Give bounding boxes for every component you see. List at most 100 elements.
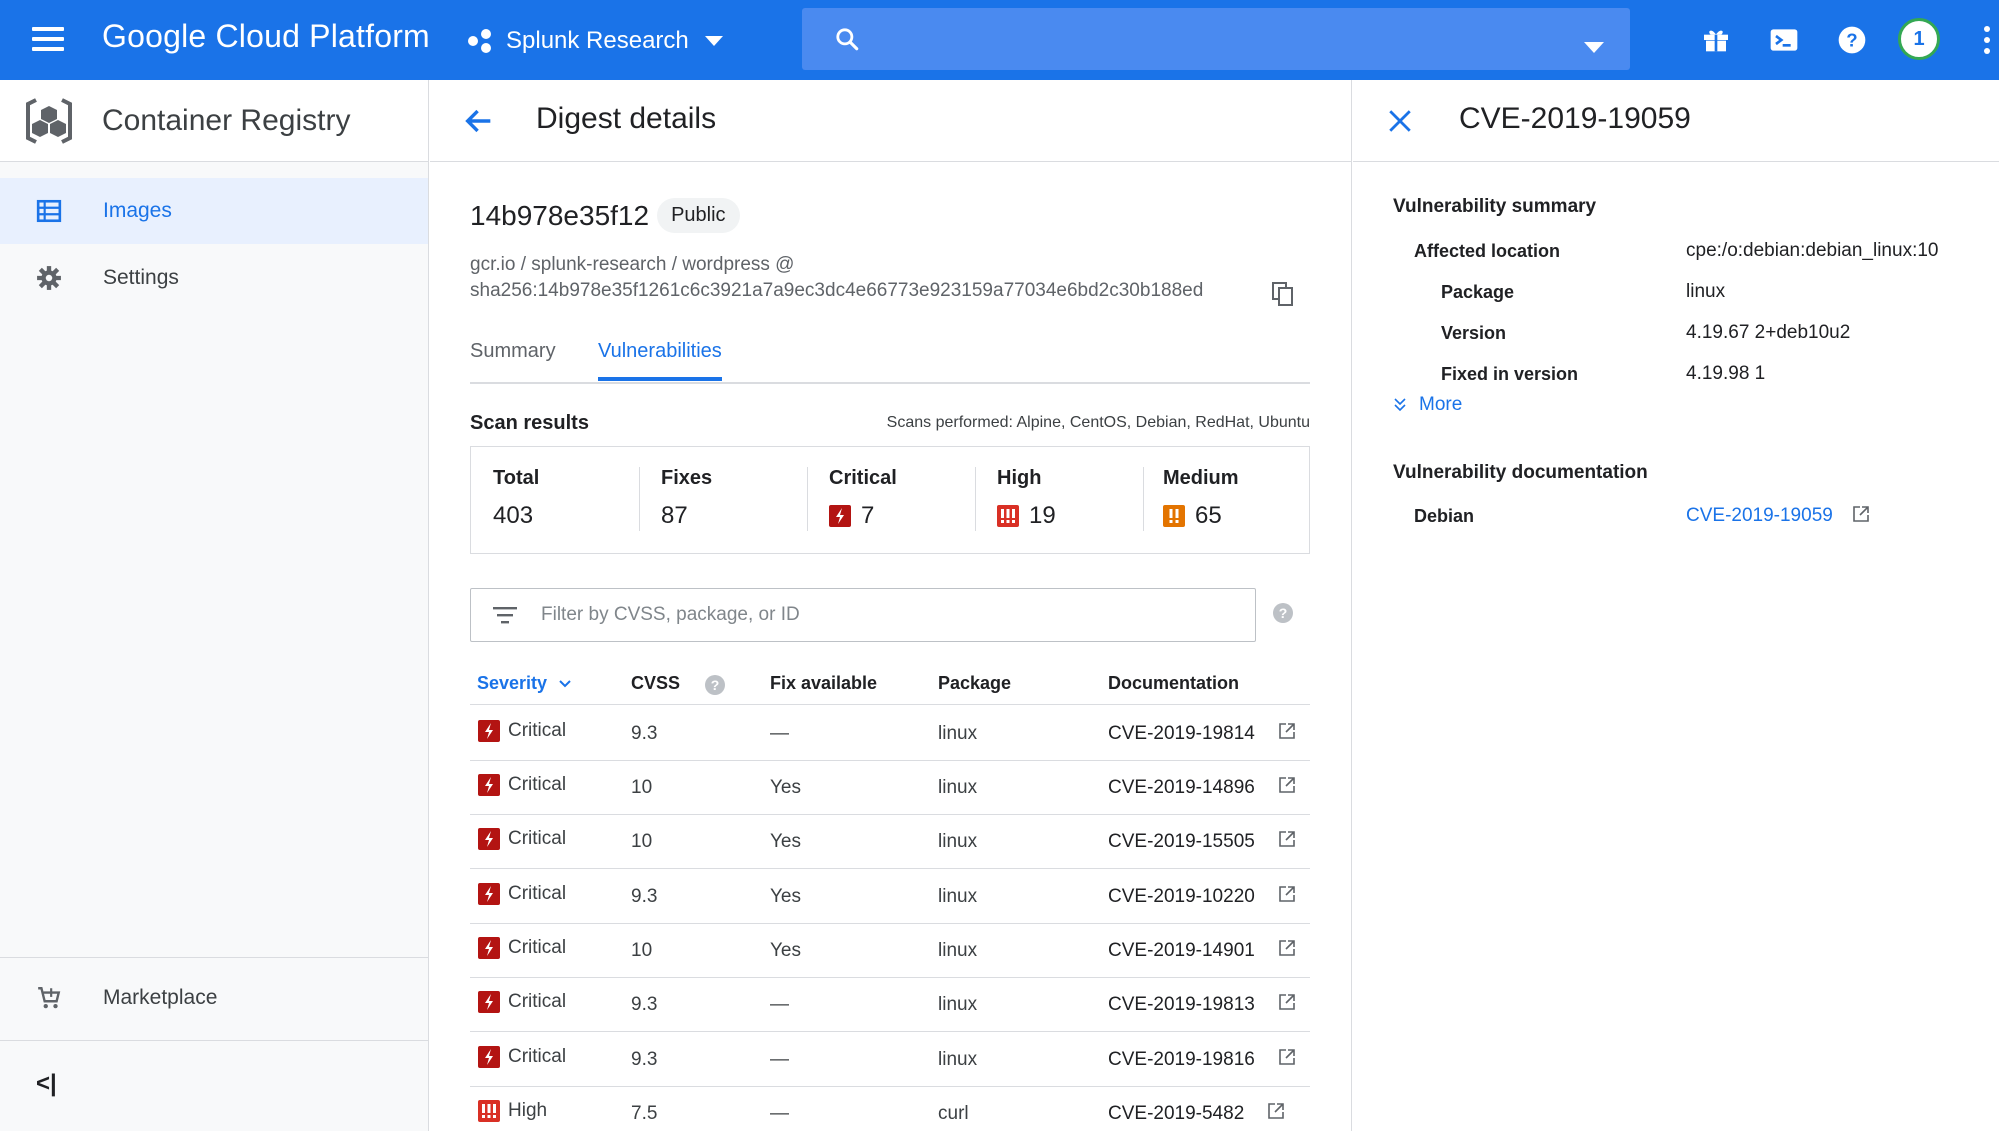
account-avatar[interactable]: 1 [1898,18,1940,60]
external-link-icon[interactable] [1277,884,1297,904]
external-link-icon[interactable] [1266,1101,1286,1121]
close-icon[interactable] [1387,108,1413,134]
tab-bar: Summary Vulnerabilities [470,332,1310,384]
copy-icon[interactable] [1272,282,1294,306]
table-row[interactable]: Critical 10 Yes linux CVE-2019-15505 [470,815,1310,869]
nav-item-images[interactable]: Images [0,178,428,244]
table-row[interactable]: Critical 9.3 — linux CVE-2019-19814 [470,707,1310,761]
stat-label: Fixes [661,467,713,489]
digest-header: 14b978e35f12 Public [470,198,740,233]
left-navigation: Container Registry Images Settings Marke… [0,80,429,1131]
table-row[interactable]: Critical 9.3 Yes linux CVE-2019-10220 [470,870,1310,924]
main-menu-icon[interactable] [32,27,64,51]
search-input[interactable] [878,18,1558,60]
critical-severity-icon [478,991,500,1013]
package-column-header[interactable]: Package [938,673,1011,694]
nav-item-marketplace[interactable]: Marketplace [0,965,428,1031]
digest-hash: 14b978e35f12 [470,199,650,231]
severity-cell: Critical [478,991,566,1013]
cve-id-cell[interactable]: CVE-2019-5482 [1108,1103,1244,1125]
nav-item-settings[interactable]: Settings [0,245,428,311]
stat-fixes: Fixes 87 [661,467,712,533]
table-row[interactable]: Critical 10 Yes linux CVE-2019-14896 [470,761,1310,815]
cvss-column-header[interactable]: CVSS [631,673,680,694]
external-link-icon[interactable] [1277,721,1297,741]
collapse-nav-button[interactable]: <| [36,1070,57,1098]
severity-label: Critical [508,720,567,741]
gift-icon[interactable] [1700,24,1732,56]
back-arrow-icon[interactable] [462,104,496,138]
external-link-icon[interactable] [1851,504,1871,524]
more-button[interactable]: More [1393,394,1462,416]
table-row[interactable]: Critical 10 Yes linux CVE-2019-14901 [470,924,1310,978]
search-bar[interactable] [802,8,1630,70]
vulnerability-filter[interactable] [470,588,1256,642]
cloud-shell-icon[interactable] [1768,24,1800,56]
fix-cell: Yes [770,777,801,798]
digest-details-panel: Digest details 14b978e35f12 Public gcr.i… [430,80,1352,1131]
cve-id-cell[interactable]: CVE-2019-14901 [1108,940,1255,962]
fixed-version-value: 4.19.98 1 [1686,363,1766,384]
severity-cell: Critical [478,774,566,796]
project-selector[interactable]: Splunk Research [468,24,723,58]
help-icon[interactable]: ? [1836,24,1868,56]
cve-id-cell[interactable]: CVE-2019-19814 [1108,723,1255,745]
severity-label: Critical [508,1046,567,1067]
external-link-icon[interactable] [1277,775,1297,795]
documentation-column-header[interactable]: Documentation [1108,673,1239,694]
tab-vulnerabilities[interactable]: Vulnerabilities [598,340,722,381]
cve-doc-link[interactable]: CVE-2019-19059 [1686,505,1833,527]
fix-cell: — [770,1103,789,1124]
package-cell: linux [938,994,978,1015]
tab-summary[interactable]: Summary [470,340,556,377]
container-registry-logo-icon [26,97,72,144]
fix-cell: Yes [770,940,801,961]
stat-divider [639,467,640,531]
package-value: linux [1686,281,1726,302]
stat-value: 19 [1029,502,1056,529]
stat-label: Critical [829,467,897,489]
cve-id-cell[interactable]: CVE-2019-10220 [1108,886,1255,908]
severity-cell: Critical [478,720,566,742]
external-link-icon[interactable] [1277,1047,1297,1067]
nav-item-label: Images [103,199,172,222]
external-link-icon[interactable] [1277,938,1297,958]
severity-label: Critical [508,883,567,904]
external-link-icon[interactable] [1277,992,1297,1012]
cvss-help-icon[interactable]: ? [705,675,725,695]
filter-help-icon[interactable]: ? [1273,603,1293,623]
more-vert-icon[interactable] [1984,26,1992,54]
version-value: 4.19.67 2+deb10u2 [1686,322,1851,343]
cvss-cell: 9.3 [631,994,658,1015]
severity-cell: Critical [478,937,566,959]
severity-cell: Critical [478,1046,566,1068]
high-severity-icon [478,1100,500,1122]
affected-location-label: Affected location [1414,241,1561,261]
external-link-icon[interactable] [1277,829,1297,849]
severity-column-header[interactable]: Severity [477,673,572,694]
package-cell: linux [938,831,978,852]
package-cell: linux [938,886,978,907]
summary-heading: Vulnerability summary [1393,196,1597,217]
filter-input[interactable] [541,599,1231,631]
search-expand-icon[interactable] [1584,42,1604,53]
cve-id-cell[interactable]: CVE-2019-15505 [1108,831,1255,853]
cve-id-cell[interactable]: CVE-2019-14896 [1108,777,1255,799]
top-app-bar: Google Cloud Platform Splunk Research ? … [0,0,1999,80]
cve-id-cell[interactable]: CVE-2019-19816 [1108,1049,1255,1071]
severity-label: Critical [508,774,567,795]
fix-column-header[interactable]: Fix available [770,673,877,694]
cvss-cell: 10 [631,940,653,961]
stat-value: 65 [1195,502,1222,529]
table-row[interactable]: High 7.5 — curl CVE-2019-5482 [470,1087,1310,1131]
affected-location-value: cpe:/o:debian:debian_linux:10 [1686,240,1939,261]
brand-title[interactable]: Google Cloud Platform [102,18,430,55]
fix-cell: Yes [770,886,801,907]
cve-id-cell[interactable]: CVE-2019-19813 [1108,994,1255,1016]
page-title: Digest details [536,102,717,135]
cvss-cell: 9.3 [631,723,658,744]
table-row[interactable]: Critical 9.3 — linux CVE-2019-19813 [470,978,1310,1032]
table-row[interactable]: Critical 9.3 — linux CVE-2019-19816 [470,1033,1310,1087]
product-title: Container Registry [102,103,351,137]
severity-cell: Critical [478,828,566,850]
